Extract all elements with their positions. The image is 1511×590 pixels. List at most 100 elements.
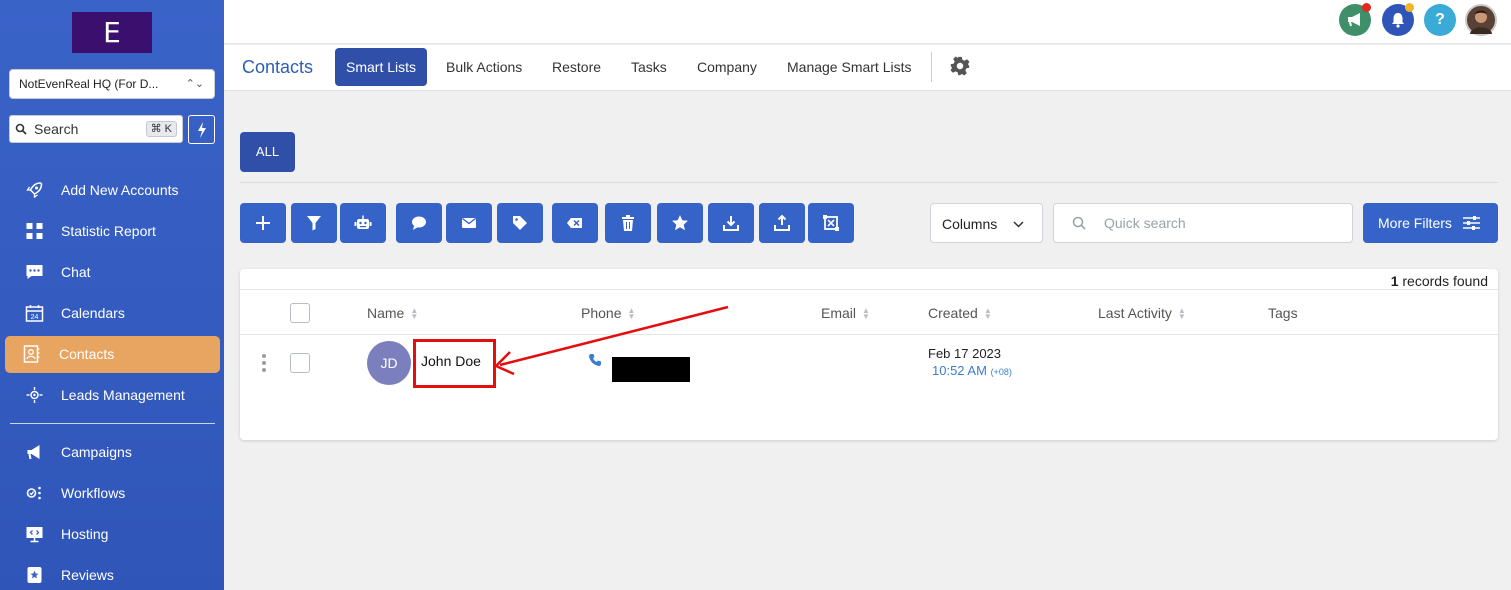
sliders-icon — [1463, 216, 1480, 230]
megaphone-icon — [1348, 13, 1360, 27]
add-tag-button[interactable] — [497, 203, 543, 243]
sidebar-item-statistic-report[interactable]: Statistic Report — [5, 213, 220, 249]
sort-icon: ▲ ▼ — [983, 306, 992, 322]
message-icon — [412, 216, 426, 230]
import-button[interactable] — [759, 203, 805, 243]
contacts-icon — [23, 345, 40, 363]
sidebar-item-add-new-accounts[interactable]: Add New Accounts — [5, 172, 220, 208]
sidebar-item-reviews[interactable]: Reviews — [5, 557, 220, 590]
column-header-email[interactable]: Email ▲ ▼ — [821, 290, 870, 336]
phone-number-redacted — [612, 357, 690, 382]
tab-restore[interactable]: Restore — [541, 48, 612, 86]
row-checkbox[interactable] — [290, 353, 310, 373]
sidebar-item-hosting[interactable]: Hosting — [5, 516, 220, 552]
records-count: 1 records found — [1391, 273, 1488, 289]
search-label: Search — [34, 121, 79, 137]
quick-actions-button[interactable] — [188, 115, 215, 144]
notifications-button[interactable] — [1382, 3, 1414, 36]
sidebar-item-label: Add New Accounts — [61, 182, 179, 198]
quick-search-input[interactable]: Quick search — [1053, 203, 1353, 243]
backspace-icon — [567, 218, 582, 228]
trash-icon — [622, 215, 634, 231]
section-divider — [240, 182, 1498, 183]
annotation-highlight-box — [413, 339, 496, 388]
merge-button[interactable] — [808, 203, 854, 243]
envelope-icon — [462, 217, 476, 228]
tab-manage-smart-lists[interactable]: Manage Smart Lists — [776, 48, 923, 86]
column-label: Email — [821, 305, 857, 321]
page-title: Contacts — [242, 57, 314, 77]
sidebar-item-chat[interactable]: Chat — [5, 254, 220, 290]
megaphone-icon — [27, 445, 40, 460]
more-filters-button[interactable]: More Filters — [1363, 203, 1498, 243]
search-shortcut: ⌘ K — [145, 121, 177, 137]
rocket-icon — [26, 182, 43, 199]
sidebar-item-calendars[interactable]: 24 Calendars — [5, 295, 220, 331]
user-photo-icon — [1470, 10, 1492, 34]
column-header-last-activity[interactable]: Last Activity ▲ ▼ — [1098, 290, 1186, 336]
sidebar-item-label: Statistic Report — [61, 223, 156, 239]
sort-icon: ▲ ▼ — [1177, 306, 1186, 322]
svg-text:24: 24 — [31, 314, 39, 321]
account-name: NotEvenReal HQ (For D... — [19, 77, 159, 91]
user-avatar[interactable] — [1465, 4, 1497, 36]
gear-icon[interactable] — [949, 55, 971, 77]
column-header-tags: Tags — [1268, 305, 1298, 321]
lightning-icon — [197, 122, 206, 138]
column-header-name[interactable]: Name ▲ ▼ — [367, 290, 418, 336]
sidebar-divider — [10, 423, 215, 424]
column-header-phone[interactable]: Phone ▲ ▼ — [581, 290, 635, 336]
column-label: Name — [367, 305, 405, 321]
tab-company[interactable]: Company — [686, 48, 768, 86]
company-logo[interactable]: E — [72, 12, 152, 53]
send-email-button[interactable] — [446, 203, 492, 243]
row-actions-kebab-icon[interactable] — [262, 354, 268, 375]
tab-smart-lists[interactable]: Smart Lists — [335, 48, 428, 86]
export-button[interactable] — [708, 203, 754, 243]
plus-icon — [256, 216, 270, 230]
created-timezone: (+08) — [990, 367, 1012, 377]
bell-icon — [1392, 13, 1404, 28]
notification-dot — [1405, 3, 1414, 12]
filter-button[interactable] — [291, 203, 337, 243]
sidebar-item-label: Campaigns — [61, 444, 132, 460]
sidebar-item-contacts[interactable]: Contacts — [5, 336, 220, 373]
subnav-divider — [931, 52, 932, 82]
phone-icon[interactable] — [588, 353, 602, 367]
smart-list-all-tab[interactable]: ALL — [240, 132, 295, 172]
tab-tasks[interactable]: Tasks — [620, 48, 678, 86]
merge-icon — [823, 215, 839, 231]
review-request-button[interactable] — [657, 203, 703, 243]
tab-bulk-actions[interactable]: Bulk Actions — [435, 48, 533, 86]
sidebar-search[interactable]: Search ⌘ K — [9, 115, 183, 143]
leads-icon — [26, 387, 43, 403]
sidebar-item-campaigns[interactable]: Campaigns — [5, 434, 220, 470]
sidebar-item-label: Workflows — [61, 485, 126, 501]
remove-tag-button[interactable] — [552, 203, 598, 243]
chevron-down-icon — [1013, 204, 1024, 244]
workflow-icon — [26, 486, 41, 500]
column-header-created[interactable]: Created ▲ ▼ — [928, 290, 992, 336]
star-icon — [672, 215, 688, 231]
send-sms-button[interactable] — [396, 203, 442, 243]
hosting-icon — [26, 527, 43, 543]
robot-icon — [354, 215, 372, 229]
automation-button[interactable] — [340, 203, 386, 243]
announcements-button[interactable] — [1339, 3, 1371, 36]
select-all-checkbox[interactable] — [290, 303, 310, 323]
sidebar-item-label: Reviews — [61, 567, 114, 583]
created-time-value: 10:52 AM — [932, 363, 987, 378]
more-filters-label: More Filters — [1378, 215, 1452, 231]
add-contact-button[interactable] — [240, 203, 286, 243]
column-label: Created — [928, 305, 978, 321]
sidebar-item-label: Chat — [61, 264, 91, 280]
sidebar-item-workflows[interactable]: Workflows — [5, 475, 220, 511]
columns-dropdown[interactable]: Columns — [930, 203, 1043, 243]
quick-search-placeholder: Quick search — [1104, 215, 1186, 231]
help-button[interactable]: ? — [1424, 4, 1456, 36]
records-label: records found — [1398, 273, 1488, 289]
account-switcher[interactable]: NotEvenReal HQ (For D... ⌃⌄ — [9, 69, 215, 99]
sidebar-item-leads-management[interactable]: Leads Management — [5, 377, 220, 413]
tag-icon — [513, 216, 527, 230]
delete-button[interactable] — [605, 203, 651, 243]
